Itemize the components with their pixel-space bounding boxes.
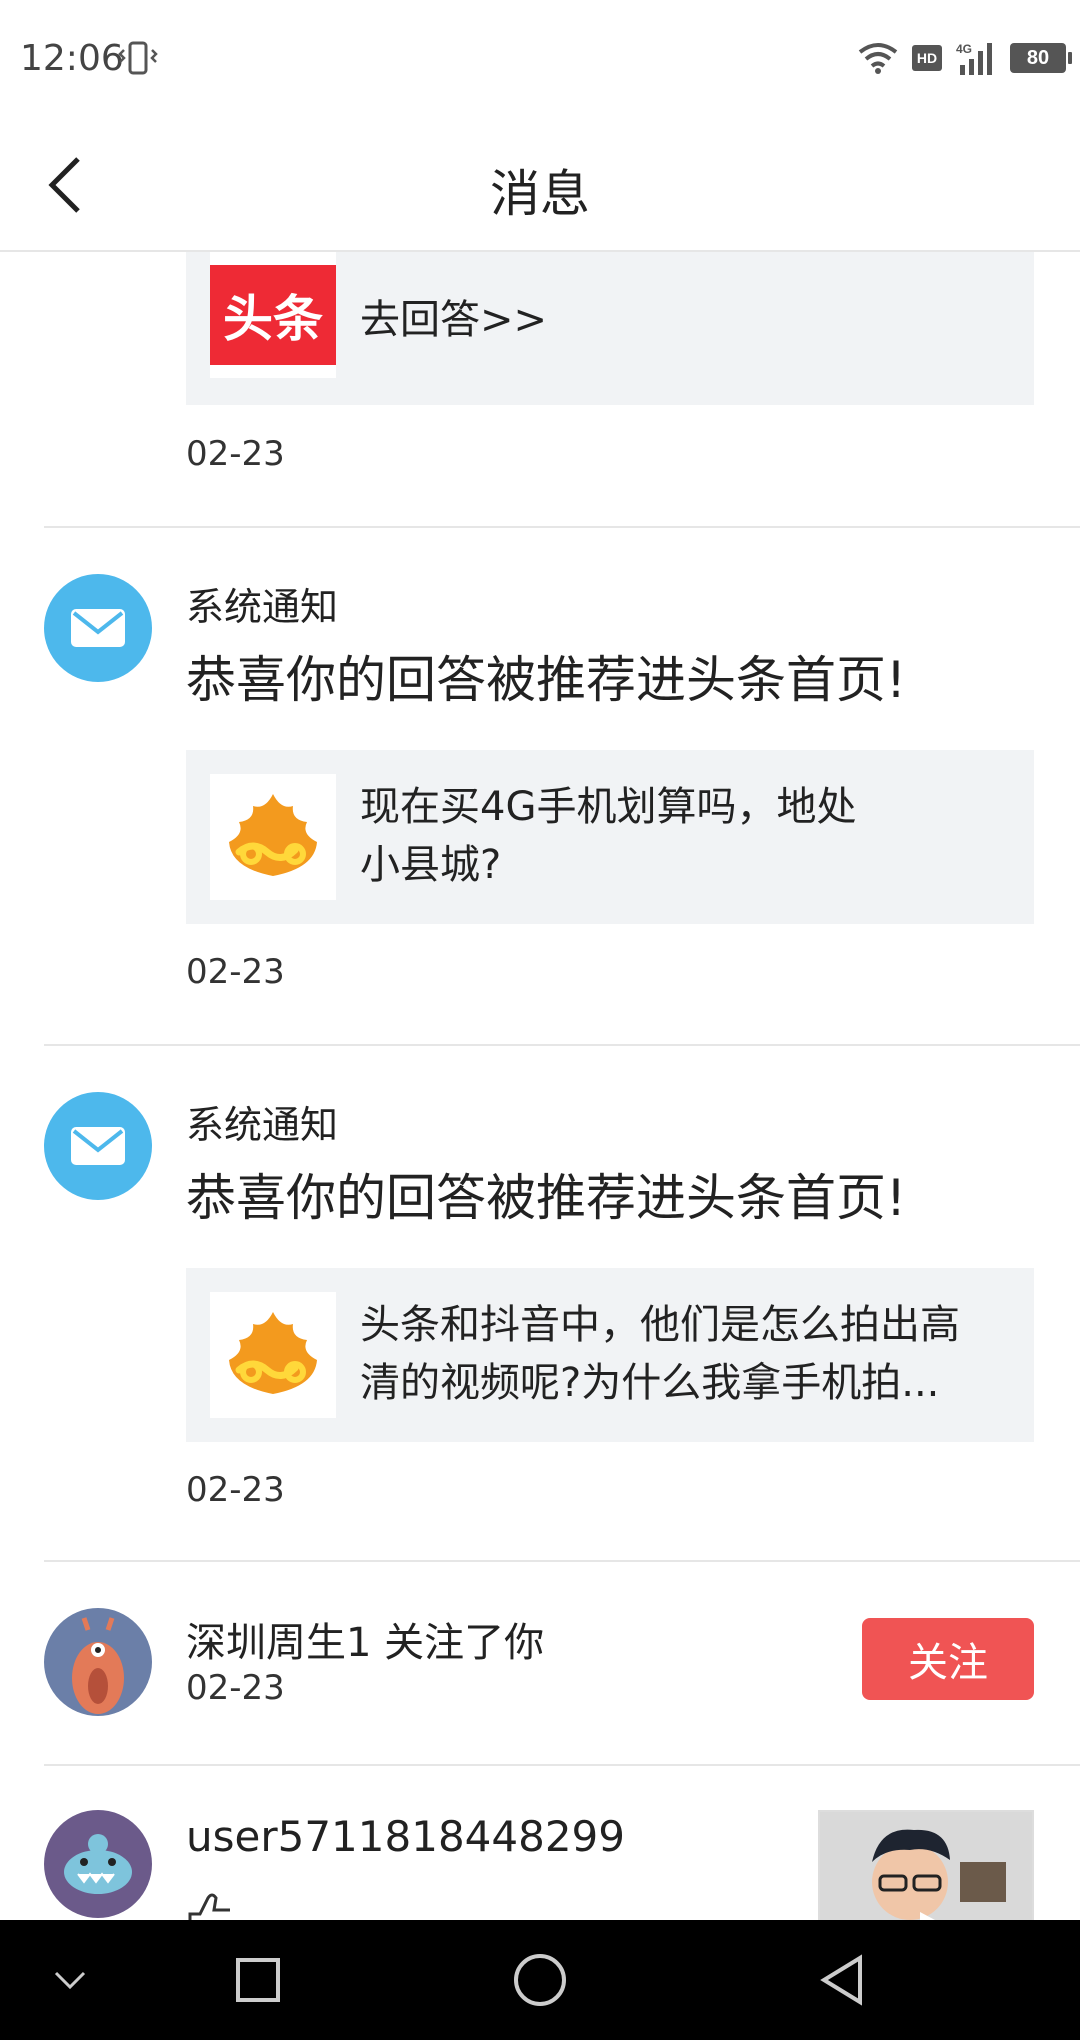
question-line-2: 清的视频呢?为什么我拿手机拍... [360,1360,940,1406]
follow-back-button[interactable]: 关注 [862,1618,1034,1700]
battery-icon: 80 [1010,43,1072,73]
nav-home-button[interactable] [510,1950,570,2010]
message-date: 02-23 [186,1668,285,1708]
toutiao-thumb: 头条 [210,252,336,378]
nav-collapse-button[interactable] [40,1950,100,2010]
sender-name: 系统通知 [186,1103,339,1147]
svg-text:4G: 4G [956,42,972,56]
user-avatar[interactable] [44,1608,152,1716]
question-thumb [210,1292,336,1418]
thumbs-up-icon [188,1893,230,1920]
user-avatar[interactable] [44,1810,152,1918]
question-thumb [210,774,336,900]
message-date: 02-23 [186,434,285,474]
message-date: 02-23 [186,952,285,992]
message-list[interactable]: 头条 去回答>> 02-23 系统通知 恭喜你的回答被推荐进头条首页! 现在买4… [0,252,1080,1920]
divider [44,526,1080,528]
divider [44,1764,1080,1766]
status-bar: 12:06 HD 4G 80 [0,0,1080,118]
divider [44,1560,1080,1562]
toutiao-logo-icon: 头条 [210,265,336,365]
status-icons: HD 4G 80 [858,38,1072,78]
video-preview-image [820,1812,1032,1920]
divider [44,1044,1080,1046]
mail-icon [71,1127,125,1165]
question-line-1: 头条和抖音中，他们是怎么拍出高 [360,1302,960,1348]
status-time: 12:06 [20,38,124,79]
flame-logo-icon [229,1312,317,1394]
system-nav-bar [0,1920,1080,2040]
nav-recents-button[interactable] [228,1950,288,2010]
message-date: 02-23 [186,1470,285,1510]
mail-avatar[interactable] [44,1092,152,1200]
question-line-1: 现在买4G手机划算吗，地处 [360,784,857,830]
answer-link[interactable]: 去回答>> [360,291,547,349]
wifi-icon [858,43,898,74]
follow-text: 深圳周生1 关注了你 [186,1620,545,1666]
question-box[interactable]: 头条和抖音中，他们是怎么拍出高 清的视频呢?为什么我拿手机拍... [186,1268,1034,1442]
creature-avatar-icon [72,1617,124,1714]
question-text: 现在买4G手机划算吗，地处 小县城? [360,778,856,894]
mail-avatar[interactable] [44,574,152,682]
nav-back-button[interactable] [812,1950,872,2010]
video-thumbnail[interactable] [818,1810,1034,1920]
mail-icon [71,609,125,647]
sender-name: 系统通知 [186,585,339,629]
page-title: 消息 [490,165,590,223]
username[interactable]: user5711818448299 [186,1812,625,1861]
vibrate-icon [118,41,158,75]
app-header: 消息 [0,118,1080,252]
square-icon [236,1958,280,2002]
signal-icon: 4G [956,42,992,75]
notice-headline: 恭喜你的回答被推荐进头条首页! [186,1169,907,1227]
triangle-back-icon [820,1954,862,2006]
notice-headline: 恭喜你的回答被推荐进头条首页! [186,651,907,709]
question-text: 头条和抖音中，他们是怎么拍出高 清的视频呢?为什么我拿手机拍... [360,1296,960,1412]
monster-avatar-icon [64,1834,132,1894]
question-box[interactable]: 现在买4G手机划算吗，地处 小县城? [186,750,1034,924]
circle-icon [514,1954,566,2006]
question-line-2: 小县城? [360,842,502,888]
hd-icon: HD [912,45,942,71]
answer-prompt-box[interactable]: 头条 去回答>> [186,252,1034,405]
flame-logo-icon [229,794,317,876]
chevron-down-icon [54,1971,86,1990]
